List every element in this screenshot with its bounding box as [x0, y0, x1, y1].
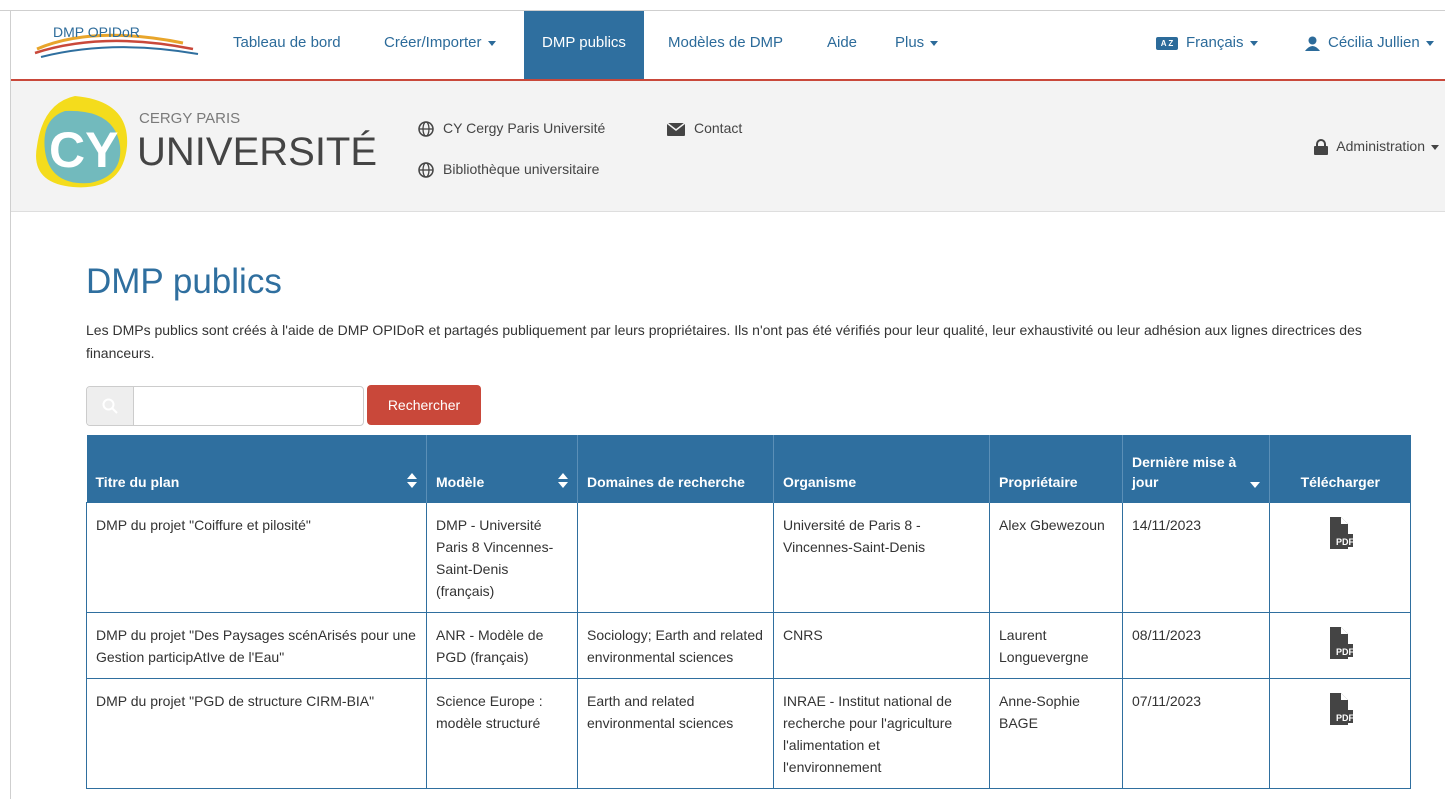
- chevron-down-icon: [930, 40, 939, 46]
- user-name: Cécilia Jullien: [1328, 34, 1420, 51]
- cell-template: DMP - Université Paris 8 Vincennes-Saint…: [426, 502, 578, 613]
- org-link-bibliotheque-label: Bibliothèque universitaire: [443, 161, 600, 177]
- search-button[interactable]: Rechercher: [367, 385, 481, 425]
- nav-dmp-publics[interactable]: DMP publics: [524, 11, 644, 79]
- svg-text:PDF: PDF: [1336, 647, 1353, 657]
- cell-updated: 14/11/2023: [1122, 502, 1270, 613]
- envelope-icon: [666, 122, 686, 136]
- user-menu[interactable]: Cécilia Jullien: [1305, 11, 1434, 79]
- globe-icon: [418, 162, 434, 179]
- top-navbar: DMP OPIDoR Tableau de bord Créer/Importe…: [11, 11, 1445, 81]
- table-row: DMP du projet "Coiffure et pilosité" DMP…: [86, 502, 1411, 613]
- nav-modeles-de-dmp[interactable]: Modèles de DMP: [668, 11, 783, 79]
- sort-icon: [407, 473, 417, 488]
- organisation-header: CY CERGY PARIS UNIVERSITÉ CY Cergy Paris…: [11, 81, 1445, 212]
- svg-text:UNIVERSITÉ: UNIVERSITÉ: [137, 129, 377, 174]
- cell-title: DMP du projet "Des Paysages scénArisés p…: [86, 612, 427, 679]
- search-group: [86, 386, 364, 426]
- cell-updated: 07/11/2023: [1122, 678, 1270, 789]
- svg-text:PDF: PDF: [1336, 537, 1353, 547]
- nav-aide[interactable]: Aide: [827, 11, 857, 79]
- table-header-row: Titre du plan Modèle Domaines de recherc…: [86, 435, 1411, 503]
- org-link-cy-cergy-label: CY Cergy Paris Université: [443, 120, 606, 136]
- sort-icon: [558, 473, 568, 488]
- public-plans-table: Titre du plan Modèle Domaines de recherc…: [86, 435, 1411, 789]
- table-row: DMP du projet "Des Paysages scénArisés p…: [86, 612, 1411, 679]
- cell-download: PDF: [1269, 678, 1411, 789]
- cy-universite-logo[interactable]: CY CERGY PARIS UNIVERSITÉ: [35, 91, 395, 191]
- column-header-owner: Propriétaire: [989, 435, 1123, 503]
- svg-text:PDF: PDF: [1336, 713, 1353, 723]
- chevron-down-icon: [1431, 144, 1439, 150]
- cell-title: DMP du projet "Coiffure et pilosité": [86, 502, 427, 613]
- pdf-download-icon[interactable]: PDF: [1327, 627, 1355, 659]
- cell-organisation: CNRS: [773, 612, 990, 679]
- org-link-bibliotheque[interactable]: Bibliothèque universitaire: [418, 161, 600, 179]
- cell-title: DMP du projet "PGD de structure CIRM-BIA…: [86, 678, 427, 789]
- cell-download: PDF: [1269, 612, 1411, 679]
- svg-text:CERGY PARIS: CERGY PARIS: [139, 110, 240, 127]
- nav-creer-importer[interactable]: Créer/Importer: [384, 11, 496, 79]
- column-header-updated[interactable]: Dernière mise à jour: [1122, 435, 1270, 503]
- table-row: DMP du projet "PGD de structure CIRM-BIA…: [86, 678, 1411, 789]
- administration-label: Administration: [1336, 138, 1425, 154]
- org-link-contact[interactable]: Contact: [666, 120, 743, 136]
- language-menu[interactable]: A Z Français: [1156, 11, 1258, 79]
- cell-template: ANR - Modèle de PGD (français): [426, 612, 578, 679]
- sort-desc-icon: [1250, 482, 1260, 488]
- cell-owner: Anne-Sophie BAGE: [989, 678, 1123, 789]
- column-header-template[interactable]: Modèle: [426, 435, 578, 503]
- column-header-domains: Domaines de recherche: [577, 435, 774, 503]
- language-icon: A Z: [1156, 36, 1178, 50]
- nav-tableau-de-bord[interactable]: Tableau de bord: [233, 11, 341, 79]
- search-addon: [87, 387, 134, 425]
- globe-icon: [418, 121, 434, 138]
- language-label: Français: [1186, 34, 1244, 51]
- cell-download: PDF: [1269, 502, 1411, 613]
- column-header-download: Télécharger: [1269, 435, 1411, 503]
- administration-menu[interactable]: Administration: [1314, 138, 1439, 156]
- svg-text:DMP OPIDoR: DMP OPIDoR: [53, 24, 140, 40]
- search-input[interactable]: [135, 389, 359, 423]
- cell-owner: Alex Gbewezoun: [989, 502, 1123, 613]
- user-icon: [1305, 36, 1320, 51]
- svg-text:CY: CY: [49, 122, 118, 178]
- cell-organisation: Université de Paris 8 - Vincennes-Saint-…: [773, 502, 990, 613]
- column-header-title-label: Titre du plan: [95, 474, 180, 490]
- nav-plus[interactable]: Plus: [895, 11, 939, 79]
- chevron-down-icon: [1249, 40, 1258, 46]
- cell-updated: 08/11/2023: [1122, 612, 1270, 679]
- column-header-template-label: Modèle: [436, 474, 485, 490]
- nav-creer-importer-label: Créer/Importer: [384, 34, 482, 51]
- cell-domains: [577, 502, 774, 613]
- lock-icon: [1314, 139, 1329, 156]
- column-header-updated-label: Dernière mise à jour: [1132, 454, 1237, 490]
- pdf-download-icon[interactable]: PDF: [1327, 517, 1355, 549]
- pdf-download-icon[interactable]: PDF: [1327, 693, 1355, 725]
- nav-plus-label: Plus: [895, 34, 925, 51]
- cell-organisation: INRAE - Institut national de recherche p…: [773, 678, 990, 789]
- org-link-contact-label: Contact: [694, 120, 743, 136]
- cell-domains: Earth and related environmental sciences: [577, 678, 774, 789]
- column-header-title[interactable]: Titre du plan: [86, 435, 427, 503]
- cell-template: Science Europe : modèle structuré: [426, 678, 578, 789]
- chevron-down-icon: [487, 40, 496, 46]
- search-icon: [102, 398, 118, 414]
- dmp-opidor-logo[interactable]: DMP OPIDoR: [33, 17, 203, 67]
- org-link-cy-cergy[interactable]: CY Cergy Paris Université: [418, 120, 606, 138]
- column-header-organisation: Organisme: [773, 435, 990, 503]
- chevron-down-icon: [1425, 40, 1434, 46]
- cell-domains: Sociology; Earth and related environment…: [577, 612, 774, 679]
- cell-owner: Laurent Longuevergne: [989, 612, 1123, 679]
- page-intro: Les DMPs publics sont créés à l'aide de …: [86, 322, 1362, 361]
- page-title: DMP publics: [86, 262, 282, 301]
